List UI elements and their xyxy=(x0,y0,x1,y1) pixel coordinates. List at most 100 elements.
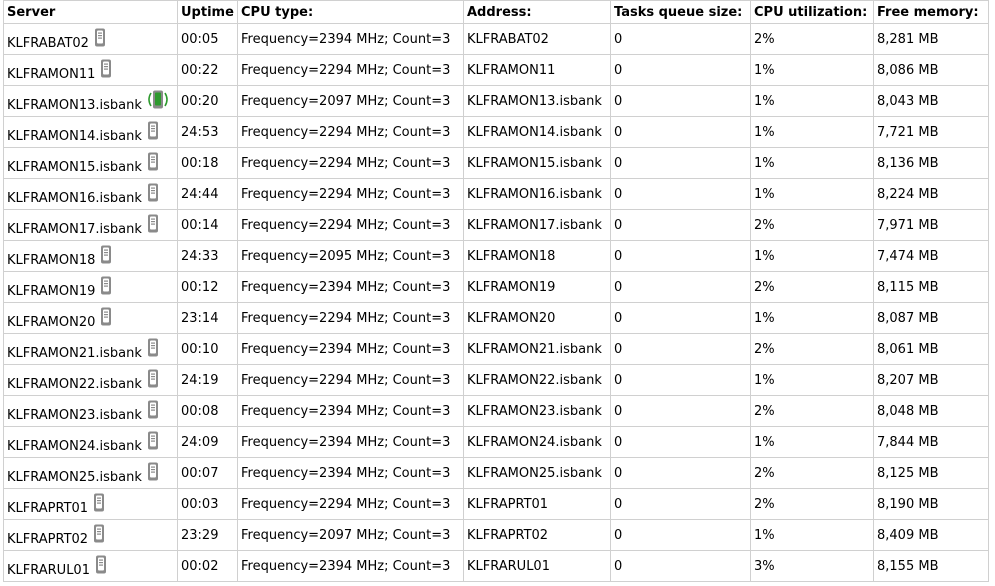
cpu-type-cell: Frequency=2294 MHz; Count=3 xyxy=(237,364,464,396)
column-header-tasks-queue-size[interactable]: Tasks queue size: xyxy=(610,0,751,24)
free-memory-cell: 8,136 MB xyxy=(873,147,989,179)
table-row[interactable]: KLFRAMON18 24:33 Frequency=2095 MHz; Count… xyxy=(3,240,989,272)
server-cell[interactable]: KLFRARUL01 xyxy=(3,550,178,582)
cpu-type-cell: Frequency=2294 MHz; Count=3 xyxy=(237,302,464,334)
server-name: KLFRAMON20 xyxy=(7,315,96,330)
cpu-utilization-cell: 2% xyxy=(750,488,874,520)
free-memory-cell: 8,115 MB xyxy=(873,271,989,303)
server-name: KLFRAPRT01 xyxy=(7,501,89,516)
table-row[interactable]: KLFRAMON25.isbank 00:07 Frequency=2394 MHz… xyxy=(3,457,989,489)
uptime-cell: 23:14 xyxy=(177,302,238,334)
table-body: KLFRABAT02 00:05 Frequency=2394 MHz; Count… xyxy=(3,23,989,582)
cpu-utilization-cell: 2% xyxy=(750,395,874,427)
server-cell[interactable]: KLFRAMON14.isbank xyxy=(3,116,178,148)
table-row[interactable]: KLFRAMON15.isbank 00:18 Frequency=2294 MHz… xyxy=(3,147,989,179)
uptime-cell: 00:03 xyxy=(177,488,238,520)
server-icon xyxy=(100,307,112,326)
cpu-type-cell: Frequency=2394 MHz; Count=3 xyxy=(237,457,464,489)
table-row[interactable]: KLFRAMON20 23:14 Frequency=2294 MHz; Count… xyxy=(3,302,989,334)
server-cell[interactable]: KLFRAMON24.isbank xyxy=(3,426,178,458)
table-row[interactable]: KLFRAMON21.isbank 00:10 Frequency=2394 MHz… xyxy=(3,333,989,365)
server-cell[interactable]: KLFRAMON13.isbank xyxy=(3,85,178,117)
server-cell[interactable]: KLFRAMON11 xyxy=(3,54,178,86)
server-cell[interactable]: KLFRABAT02 xyxy=(3,23,178,55)
table-row[interactable]: KLFRAMON22.isbank 24:19 Frequency=2294 MHz… xyxy=(3,364,989,396)
address-cell: KLFRAMON19 xyxy=(463,271,611,303)
server-cell[interactable]: KLFRAMON18 xyxy=(3,240,178,272)
free-memory-cell: 8,086 MB xyxy=(873,54,989,86)
table-row[interactable]: KLFRABAT02 00:05 Frequency=2394 MHz; Count… xyxy=(3,23,989,55)
cpu-type-cell: Frequency=2294 MHz; Count=3 xyxy=(237,488,464,520)
cpu-type-cell: Frequency=2294 MHz; Count=3 xyxy=(237,116,464,148)
server-cell[interactable]: KLFRAMON25.isbank xyxy=(3,457,178,489)
uptime-cell: 00:18 xyxy=(177,147,238,179)
uptime-cell: 00:14 xyxy=(177,209,238,241)
column-header-address[interactable]: Address: xyxy=(463,0,611,24)
cpu-utilization-cell: 1% xyxy=(750,240,874,272)
table-row[interactable]: KLFRAMON17.isbank 00:14 Frequency=2294 MHz… xyxy=(3,209,989,241)
server-cell[interactable]: KLFRAMON17.isbank xyxy=(3,209,178,241)
uptime-cell: 24:33 xyxy=(177,240,238,272)
server-cell[interactable]: KLFRAMON22.isbank xyxy=(3,364,178,396)
column-header-server[interactable]: Server xyxy=(3,0,178,24)
column-header-cpu-utilization[interactable]: CPU utilization: xyxy=(750,0,874,24)
free-memory-cell: 8,155 MB xyxy=(873,550,989,582)
column-header-uptime[interactable]: Uptime xyxy=(177,0,238,24)
tasks-queue-size-cell: 0 xyxy=(610,240,751,272)
column-header-free-memory[interactable]: Free memory: xyxy=(873,0,989,24)
table-row[interactable]: KLFRAMON19 00:12 Frequency=2394 MHz; Count… xyxy=(3,271,989,303)
uptime-cell: 00:02 xyxy=(177,550,238,582)
table-row[interactable]: KLFRAMON24.isbank 24:09 Frequency=2394 MHz… xyxy=(3,426,989,458)
server-cell[interactable]: KLFRAMON23.isbank xyxy=(3,395,178,427)
server-cell[interactable]: KLFRAMON21.isbank xyxy=(3,333,178,365)
server-name: KLFRAMON25.isbank xyxy=(7,470,142,485)
table-row[interactable]: KLFRAMON23.isbank 00:08 Frequency=2394 MHz… xyxy=(3,395,989,427)
uptime-cell: 24:19 xyxy=(177,364,238,396)
cpu-utilization-cell: 1% xyxy=(750,519,874,551)
free-memory-cell: 8,281 MB xyxy=(873,23,989,55)
header-row: Server Uptime CPU type: Address: Tasks q… xyxy=(3,0,989,24)
cpu-utilization-cell: 1% xyxy=(750,147,874,179)
server-cell[interactable]: KLFRAMON20 xyxy=(3,302,178,334)
server-name: KLFRAMON17.isbank xyxy=(7,222,142,237)
table-row[interactable]: KLFRAPRT02 23:29 Frequency=2097 MHz; Count… xyxy=(3,519,989,551)
cpu-utilization-cell: 1% xyxy=(750,426,874,458)
server-icon xyxy=(93,493,105,512)
free-memory-cell: 8,409 MB xyxy=(873,519,989,551)
address-cell: KLFRAMON13.isbank xyxy=(463,85,611,117)
table-row[interactable]: KLFRAMON14.isbank 24:53 Frequency=2294 MHz… xyxy=(3,116,989,148)
server-icon xyxy=(147,121,159,140)
cpu-type-cell: Frequency=2394 MHz; Count=3 xyxy=(237,426,464,458)
server-cell[interactable]: KLFRAMON16.isbank xyxy=(3,178,178,210)
table-row[interactable]: KLFRAMON11 00:22 Frequency=2294 MHz; Count… xyxy=(3,54,989,86)
table-row[interactable]: KLFRAMON16.isbank 24:44 Frequency=2294 MHz… xyxy=(3,178,989,210)
address-cell: KLFRAMON14.isbank xyxy=(463,116,611,148)
free-memory-cell: 7,721 MB xyxy=(873,116,989,148)
table-row[interactable]: KLFRARUL01 00:02 Frequency=2394 MHz; Count… xyxy=(3,550,989,582)
cpu-type-cell: Frequency=2294 MHz; Count=3 xyxy=(237,54,464,86)
tasks-queue-size-cell: 0 xyxy=(610,488,751,520)
cpu-type-cell: Frequency=2294 MHz; Count=3 xyxy=(237,209,464,241)
table-row[interactable]: KLFRAMON13.isbank 00:20 Frequency=2097 MHz… xyxy=(3,85,989,117)
server-cell[interactable]: KLFRAPRT02 xyxy=(3,519,178,551)
free-memory-cell: 8,087 MB xyxy=(873,302,989,334)
cpu-utilization-cell: 1% xyxy=(750,54,874,86)
tasks-queue-size-cell: 0 xyxy=(610,178,751,210)
column-header-cpu-type[interactable]: CPU type: xyxy=(237,0,464,24)
server-cell[interactable]: KLFRAMON15.isbank xyxy=(3,147,178,179)
uptime-cell: 00:07 xyxy=(177,457,238,489)
cpu-type-cell: Frequency=2294 MHz; Count=3 xyxy=(237,147,464,179)
tasks-queue-size-cell: 0 xyxy=(610,147,751,179)
tasks-queue-size-cell: 0 xyxy=(610,302,751,334)
cpu-utilization-cell: 3% xyxy=(750,550,874,582)
cpu-type-cell: Frequency=2394 MHz; Count=3 xyxy=(237,395,464,427)
cpu-utilization-cell: 2% xyxy=(750,457,874,489)
server-cell[interactable]: KLFRAMON19 xyxy=(3,271,178,303)
server-name: KLFRAPRT02 xyxy=(7,532,89,547)
server-icon xyxy=(147,400,159,419)
server-name: KLFRAMON14.isbank xyxy=(7,129,142,144)
server-icon xyxy=(147,183,159,202)
server-cell[interactable]: KLFRAPRT01 xyxy=(3,488,178,520)
tasks-queue-size-cell: 0 xyxy=(610,116,751,148)
table-row[interactable]: KLFRAPRT01 00:03 Frequency=2294 MHz; Count… xyxy=(3,488,989,520)
